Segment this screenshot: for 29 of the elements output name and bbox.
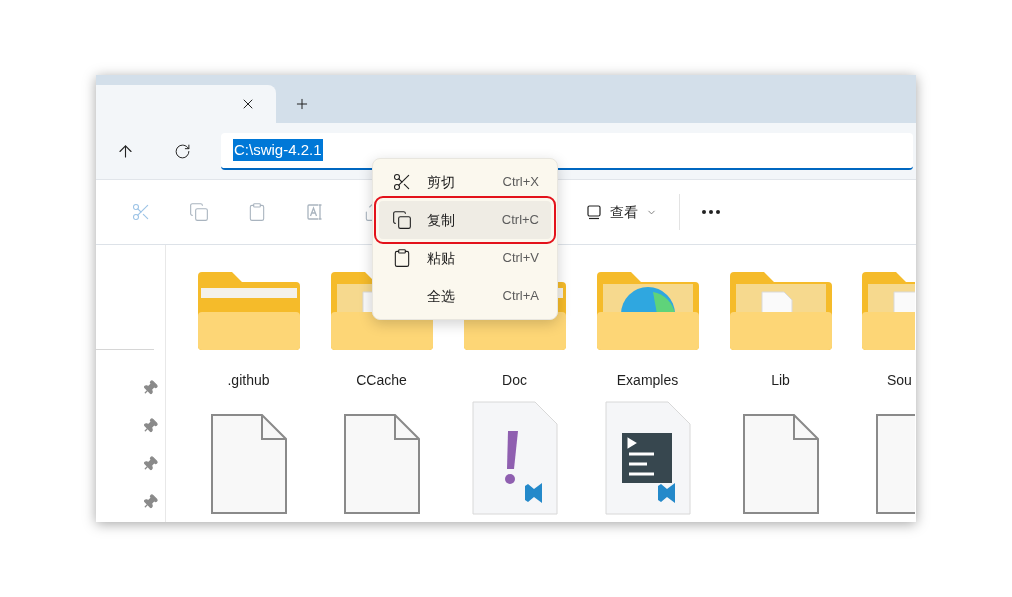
menu-item[interactable]: 粘贴 Ctrl+V (379, 239, 551, 277)
address-field[interactable]: C:\swig-4.2.1 (221, 132, 913, 170)
file-icon (741, 413, 820, 515)
scissors-icon (131, 202, 151, 222)
clipboard-icon (247, 202, 267, 222)
folder-name: Examples (616, 371, 679, 390)
folder-icon (197, 270, 300, 352)
view-button[interactable]: 查看 (582, 194, 661, 230)
scissors-icon (392, 172, 412, 192)
refresh-icon[interactable] (173, 142, 191, 160)
rename-icon (305, 202, 325, 222)
more-icon (702, 210, 720, 214)
clipboard-icon (392, 248, 412, 268)
folder-name: Sou (886, 371, 912, 390)
terminal-file-icon (604, 401, 691, 515)
folder-name: Lib (771, 371, 790, 390)
exclamation-file-icon (471, 401, 558, 515)
folder-name: .github (227, 371, 270, 390)
new-tab-icon[interactable] (294, 96, 310, 112)
copy-icon (392, 210, 412, 230)
monitor-icon (586, 204, 602, 220)
folder-name: CCache (356, 371, 407, 390)
menu-item[interactable]: 全选 Ctrl+A (379, 277, 551, 315)
copy-icon (189, 202, 209, 222)
folder-icon (596, 270, 699, 352)
folder-name: Doc (502, 371, 527, 390)
file-icon (209, 413, 288, 515)
folder-icon (729, 270, 832, 352)
file-icon (342, 413, 421, 515)
